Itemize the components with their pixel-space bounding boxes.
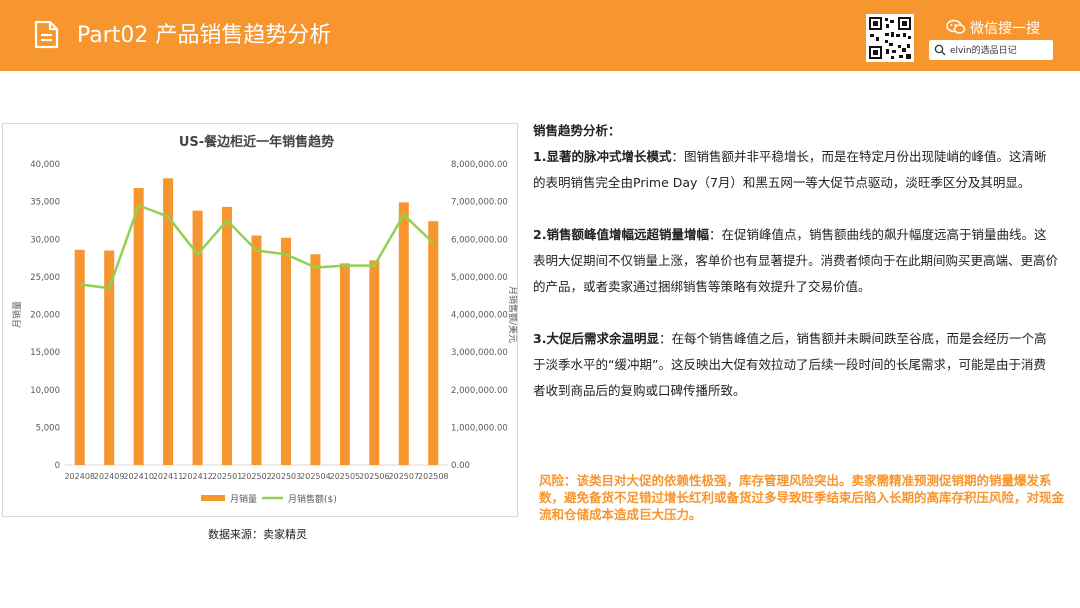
bar-202507 [398,202,409,465]
analysis-heading: 销售趋势分析： [533,123,621,138]
legend-swatch-volume [201,495,225,501]
bar-202501 [222,206,233,465]
wechat-icon [946,19,966,34]
bar-202508 [428,221,439,465]
search-icon [934,44,946,56]
bar-202410 [133,188,144,465]
chart-title: US-餐边柜近一年销售趋势 [179,134,334,150]
x-tick-label: 202410 [123,472,154,481]
data-source-note: 数据来源：卖家精灵 [208,528,307,541]
wechat-search-label: 微信搜一搜 [946,17,1046,37]
x-tick-label: 202411 [153,472,184,481]
bar-202504 [310,254,321,465]
bar-202505 [339,263,350,465]
y2-tick-label: 5,000,000.00 [451,273,508,283]
bar-202503 [280,237,291,465]
legend-label-amount: 月销售额($) [288,493,337,505]
y-tick-label: 35,000 [30,198,60,208]
bar-202408 [74,249,85,465]
y2-tick-label: 6,000,000.00 [451,235,508,245]
bar-202506 [369,260,380,465]
y2-tick-label: 2,000,000.00 [451,386,508,396]
analysis-text-block: 销售趋势分析： 1.显著的脉冲式增长模式：图销售额并非平稳增长，而是在特定月份出… [533,118,1058,404]
chart-svg: US-餐边柜近一年销售趋势 0 5,000 10,000 15,000 20,000 25,… [11,134,517,505]
x-tick-label: 202508 [418,472,449,481]
bar-202502 [251,235,262,465]
x-tick-label: 202502 [241,472,272,481]
y-tick-label: 0 [55,461,60,471]
y2-tick-label: 8,000,000.00 [451,160,508,170]
y-tick-label: 10,000 [30,386,60,396]
x-tick-label: 202504 [300,472,331,481]
y-tick-label: 40,000 [30,160,60,170]
sales-trend-chart: US-餐边柜近一年销售趋势 0 5,000 10,000 15,000 20,000 25,… [2,123,518,517]
analysis-point-1: 1.显著的脉冲式增长模式：图销售额并非平稳增长，而是在特定月份出现陡峭的峰值。这… [533,149,1047,190]
x-tick-label: 202507 [389,472,420,481]
y-tick-label: 15,000 [30,348,60,358]
x-tick-label: 202501 [212,472,243,481]
document-icon [34,21,59,49]
y2-axis-label: 月销售额/美元 [507,286,517,343]
bar-202409 [104,250,115,465]
y-tick-label: 25,000 [30,273,60,283]
x-tick-label: 202408 [64,472,95,481]
y-tick-label: 5,000 [36,423,60,433]
y2-tick-label: 7,000,000.00 [451,198,508,208]
y-tick-label: 30,000 [30,235,60,245]
qr-code-icon [866,14,914,62]
risk-warning: 风险：该类目对大促的依赖性极强，库存管理风险突出。卖家需精准预测促销期的销量爆发… [539,473,1065,522]
x-tick-label: 202505 [330,472,361,481]
x-tick-label: 202503 [271,472,302,481]
analysis-point-3: 3.大促后需求余温明显：在每个销售峰值之后，销售额并未瞬间跌至谷底，而是会经历一… [533,331,1047,398]
y2-tick-label: 0.00 [451,461,470,471]
x-tick-label: 202409 [94,472,125,481]
x-tick-label: 202506 [359,472,390,481]
search-query-text: elvin的选品日记 [950,46,1017,56]
y2-tick-label: 4,000,000.00 [451,311,508,321]
header-bar: Part02 产品销售趋势分析 微信搜一搜 elvin的选品日记 [0,0,1080,71]
analysis-point-2: 2.销售额峰值增幅远超销量增幅：在促销峰值点，销售额曲线的飙升幅度远高于销量曲线… [533,227,1059,294]
y-tick-label: 20,000 [30,311,60,321]
x-tick-label: 202412 [182,472,213,481]
legend-label-volume: 月销量 [230,493,257,505]
page-title: Part02 产品销售趋势分析 [77,23,332,48]
y-axis-label: 月销量 [11,301,23,328]
search-input[interactable]: elvin的选品日记 [929,40,1053,60]
y2-tick-label: 1,000,000.00 [451,423,508,433]
y2-tick-label: 3,000,000.00 [451,348,508,358]
